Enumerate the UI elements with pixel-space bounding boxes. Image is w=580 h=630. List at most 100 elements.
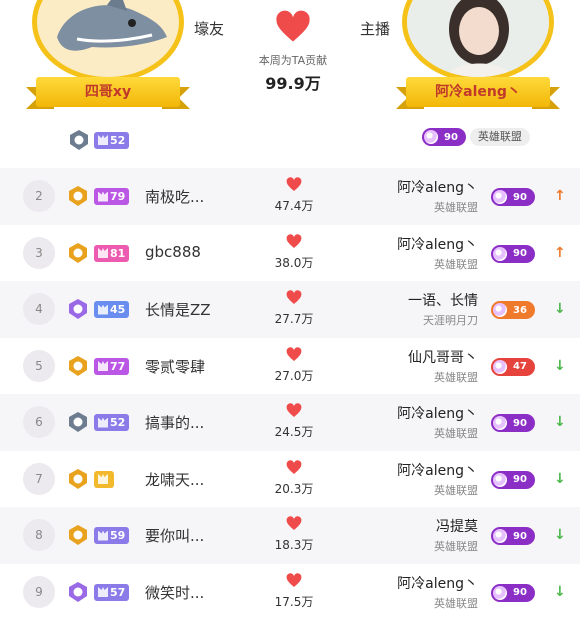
anchor-level-pill: 90 [491,414,535,432]
rank-medal-icon [69,355,87,376]
anchor-name[interactable]: 阿冷aleng丶 [397,177,478,197]
arrow-down-icon: ↓ [554,357,566,374]
crown-icon [98,135,108,145]
heart-icon [286,403,302,417]
heart-icon [286,572,302,587]
game-name: 英雄联盟 [434,427,478,440]
rank-medal-icon [69,186,87,206]
arrow-down-icon: ↓ [554,470,566,487]
arrow-down-icon: ↓ [554,583,566,600]
ranking-row[interactable]: 2 79 南极吃... 47.4万 阿冷aleng丶 英雄联盟 90 ↑ [0,168,580,225]
anchor-name[interactable]: 阿冷aleng丶 [397,234,478,254]
rank-number: 9 [23,575,55,608]
contribution-score: 38.0万 [274,255,314,270]
rank-number: 7 [23,462,55,495]
rank-number: 6 [23,406,55,438]
level-orb-icon [493,529,507,543]
anchor-name[interactable]: 阿冷aleng丶 [397,573,478,593]
crown-icon [98,530,108,541]
anchor-level-pill: 90 [491,244,535,263]
fan-badges: 52 [68,129,130,151]
contribution-score: 20.3万 [274,481,314,496]
level-orb-icon [493,416,507,430]
crown-icon [98,191,108,202]
ranking-row[interactable]: 8 59 要你叫... 18.3万 冯提莫 英雄联盟 90 ↓ [0,507,580,564]
rank-number: 8 [23,519,55,551]
anchor-level-pill: 90 [491,527,535,545]
anchor-name: 阿冷aleng丶 [406,77,550,107]
arrow-down-icon: ↓ [554,527,566,543]
rank-medal-icon [69,299,87,319]
crown-icon [98,304,108,315]
user-name[interactable]: 微笑时... [145,582,204,603]
level-orb-icon [493,246,507,261]
rank-medal-icon [70,130,88,150]
ranking-row[interactable]: 6 52 搞事的... 24.5万 阿冷aleng丶 英雄联盟 90 ↓ [0,394,580,451]
arrow-down-icon: ↓ [554,414,566,430]
user-name[interactable]: 要你叫... [145,525,204,546]
shark-avatar-image [57,0,167,51]
arrow-down-icon: ↓ [554,301,566,317]
crown-icon [98,474,108,484]
anchor-badges: 90 英雄联盟 [422,128,530,146]
ranking-row[interactable]: 7 龙啸天... 20.3万 阿冷aleng丶 英雄联盟 90 ↓ [0,451,580,508]
rank-medal-icon [69,525,87,545]
user-level-badge: 57 [94,583,130,601]
heart-icon [286,233,302,248]
contribution-score: 24.5万 [274,425,314,439]
anchor-name-ribbon: 阿冷aleng丶 [396,77,560,113]
anchor-level-pill: 90 [491,470,535,489]
user-name[interactable]: 零贰零肆 [145,356,205,377]
anchor-name[interactable]: 阿冷aleng丶 [397,403,478,423]
user-level-badge [94,470,114,488]
ranking-row[interactable]: 5 77 零贰零肆 27.0万 仙凡哥哥丶 英雄联盟 47 ↓ [0,338,580,395]
level-orb-icon [424,130,438,144]
crown-icon [98,417,108,428]
user-name[interactable]: 龙啸天... [145,469,204,490]
ranking-row[interactable]: 9 57 微笑时... 17.5万 阿冷aleng丶 英雄联盟 90 ↓ [0,564,580,621]
level-orb-icon [493,359,507,374]
user-name[interactable]: gbc888 [145,243,201,261]
rank-number: 5 [23,349,55,382]
ranking-list: 2 79 南极吃... 47.4万 阿冷aleng丶 英雄联盟 90 ↑ 3 81 gbc888 38… [0,168,580,620]
user-name[interactable]: 南极吃... [145,186,204,207]
anchor-avatar[interactable] [402,0,554,82]
user-name[interactable]: 长情是ZZ [145,299,211,320]
level-orb-icon [493,472,507,487]
rank-number: 4 [23,293,55,325]
user-level-badge: 77 [94,357,130,375]
contribution-label: 本周为TA贡献 [258,54,328,67]
heart-icon [286,516,302,530]
anchor-name[interactable]: 阿冷aleng丶 [397,460,478,480]
level-orb-icon [493,303,507,317]
user-level-badge: 81 [94,244,130,262]
rank-medal-icon [69,412,87,432]
arrow-up-icon: ↑ [554,244,566,261]
ranking-row[interactable]: 3 81 gbc888 38.0万 阿冷aleng丶 英雄联盟 90 ↑ [0,225,580,282]
user-name[interactable]: 搞事的... [145,412,204,433]
heart-icon [286,346,302,361]
anchor-level-pill: 90 [422,128,466,146]
fan-level-badge: 52 [94,131,130,149]
rank-number: 3 [23,236,55,269]
anchor-photo [407,0,549,77]
heart-icon [286,177,302,191]
contribution-score: 27.0万 [274,368,314,383]
anchor-role-label: 主播 [360,20,391,38]
leaderboard-screen: 四哥xy 52 壕友 本周为TA贡献 99.9万 主播 阿冷aleng丶 90 … [0,0,580,630]
contribution-score: 27.7万 [274,312,314,326]
heart-icon [286,459,302,474]
anchor-level-pill: 36 [491,301,535,319]
game-name: 英雄联盟 [434,596,478,610]
rank-number: 2 [23,180,55,212]
user-level-badge: 79 [94,188,130,205]
rank-medal-icon [69,468,87,489]
contribution-value: 99.9万 [265,74,321,93]
anchor-name[interactable]: 仙凡哥哥丶 [408,347,478,367]
anchor-name[interactable]: 冯提莫 [436,516,478,536]
anchor-game-tag[interactable]: 英雄联盟 [469,128,530,146]
level-orb-icon [493,190,507,204]
anchor-name[interactable]: 一语、长情 [408,290,478,310]
fan-avatar[interactable] [32,0,184,82]
ranking-row[interactable]: 4 45 长情是ZZ 27.7万 一语、长情 天涯明月刀 36 ↓ [0,281,580,338]
